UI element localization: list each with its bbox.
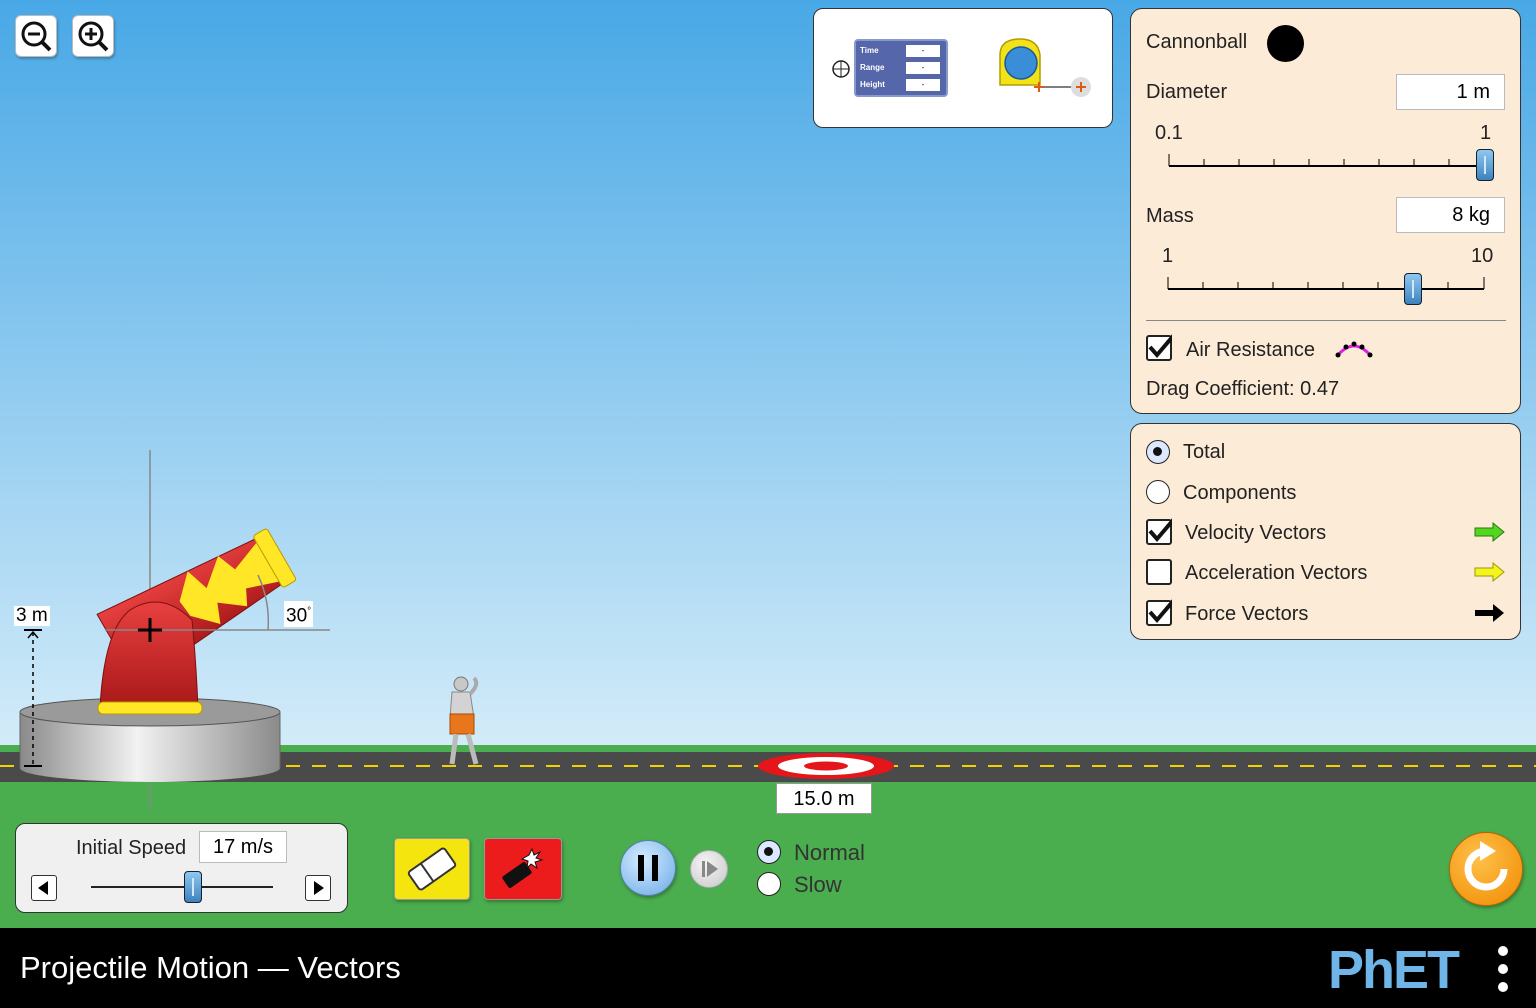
diameter-max-label: 1 <box>1480 122 1492 144</box>
speed-decrease-button[interactable] <box>31 875 57 901</box>
time-label: Time <box>860 46 879 55</box>
components-radio[interactable] <box>1146 480 1170 504</box>
cannon-height-label: 3 m <box>14 605 50 626</box>
speed-slider-track[interactable] <box>91 886 273 888</box>
crosshair-icon[interactable] <box>831 59 851 79</box>
drag-coefficient-text: Drag Coefficient: 0.47 <box>1146 378 1340 400</box>
acceleration-arrow-icon <box>1474 562 1505 582</box>
projectile-title: Cannonball <box>1146 31 1248 53</box>
force-vectors-label[interactable]: Force Vectors <box>1185 603 1308 626</box>
height-value: - <box>906 79 940 91</box>
diameter-slider-track[interactable] <box>1167 149 1491 179</box>
initial-speed-value: 17 m/s <box>199 831 287 863</box>
checkmark-icon <box>1148 518 1172 543</box>
range-label: Range <box>860 63 885 72</box>
cannon-fire-icon <box>502 847 544 888</box>
measuring-toolbox: Time - Range - Height - <box>813 8 1113 128</box>
degree-symbol: ° <box>307 606 312 617</box>
person-figure <box>449 676 479 765</box>
initial-speed-label: Initial Speed <box>76 837 187 859</box>
zoom-in-icon <box>78 21 109 52</box>
diameter-value: 1 m <box>1396 74 1505 110</box>
reset-all-button[interactable] <box>1449 832 1523 906</box>
speed-increase-button[interactable] <box>305 875 331 901</box>
measuring-tape-icon[interactable] <box>994 35 1104 105</box>
cannon-assembly[interactable] <box>0 440 340 820</box>
sim-title: Projectile Motion — Vectors <box>20 950 401 985</box>
zoom-out-icon <box>21 21 52 52</box>
play-area: Time - Range - Height - 3 m 30° 15.0 m C… <box>0 0 1536 928</box>
reset-icon <box>1464 841 1508 891</box>
cannonball-icon <box>1267 25 1304 62</box>
mass-value: 8 kg <box>1396 197 1505 233</box>
mass-max-label: 10 <box>1471 245 1494 267</box>
target[interactable] <box>756 751 896 781</box>
normal-speed-radio[interactable] <box>757 840 781 864</box>
slow-speed-radio[interactable] <box>757 872 781 896</box>
zoom-out-button[interactable] <box>15 15 57 57</box>
vectors-panel: Total Components Velocity Vectors Accele… <box>1130 423 1521 640</box>
slow-speed-label[interactable]: Slow <box>794 872 842 898</box>
initial-speed-panel: Initial Speed 17 m/s <box>15 823 348 913</box>
velocity-vectors-checkbox[interactable] <box>1146 518 1172 545</box>
pause-icon <box>638 855 658 881</box>
air-resistance-label[interactable]: Air Resistance <box>1186 339 1315 362</box>
panel-divider <box>1146 320 1506 321</box>
time-value: - <box>906 45 940 57</box>
velocity-arrow-icon <box>1474 522 1505 542</box>
range-value: - <box>906 62 940 74</box>
diameter-slider-thumb[interactable] <box>1476 149 1494 181</box>
checkmark-icon <box>1148 334 1172 359</box>
fire-button[interactable] <box>484 838 562 900</box>
acceleration-vectors-checkbox[interactable] <box>1146 559 1172 585</box>
speed-slider-thumb[interactable] <box>184 871 202 903</box>
diameter-label: Diameter <box>1146 81 1228 103</box>
erase-button[interactable] <box>394 838 470 900</box>
components-label[interactable]: Components <box>1183 482 1296 505</box>
normal-speed-label[interactable]: Normal <box>794 840 865 866</box>
height-label: Height <box>860 80 885 89</box>
launch-angle-label: 30° <box>284 601 314 628</box>
checkmark-icon <box>1148 599 1172 624</box>
play-pause-button[interactable] <box>620 840 676 896</box>
diameter-min-label: 0.1 <box>1155 122 1183 144</box>
force-arrow-icon <box>1475 604 1504 622</box>
mass-slider-track[interactable] <box>1166 272 1490 302</box>
step-forward-button[interactable] <box>690 850 728 888</box>
arrow-right-icon <box>314 881 324 895</box>
eraser-icon <box>407 847 457 891</box>
zoom-in-button[interactable] <box>72 15 114 57</box>
velocity-vectors-label[interactable]: Velocity Vectors <box>1185 522 1326 545</box>
more-options-icon[interactable] <box>1496 946 1510 996</box>
total-radio[interactable] <box>1146 440 1170 464</box>
launch-angle-value: 30 <box>286 605 308 627</box>
total-label[interactable]: Total <box>1183 441 1225 464</box>
force-vectors-checkbox[interactable] <box>1146 599 1172 626</box>
air-resistance-icon <box>1335 341 1373 358</box>
air-resistance-checkbox[interactable] <box>1146 334 1172 361</box>
mass-label: Mass <box>1146 205 1194 227</box>
navigation-bar: Projectile Motion — Vectors PhET <box>0 928 1536 1008</box>
target-distance-label[interactable]: 15.0 m <box>776 783 872 814</box>
arrow-left-icon <box>38 881 48 895</box>
mass-slider-thumb[interactable] <box>1404 273 1422 305</box>
mass-min-label: 1 <box>1162 245 1174 267</box>
phet-logo[interactable]: PhET <box>1328 940 1460 1000</box>
data-probe-tool[interactable]: Time - Range - Height - <box>854 39 948 97</box>
step-forward-icon <box>702 861 718 877</box>
acceleration-vectors-label[interactable]: Acceleration Vectors <box>1185 562 1367 585</box>
projectile-panel: Cannonball Diameter 1 m 0.1 1 Mass 8 kg … <box>1130 8 1521 414</box>
